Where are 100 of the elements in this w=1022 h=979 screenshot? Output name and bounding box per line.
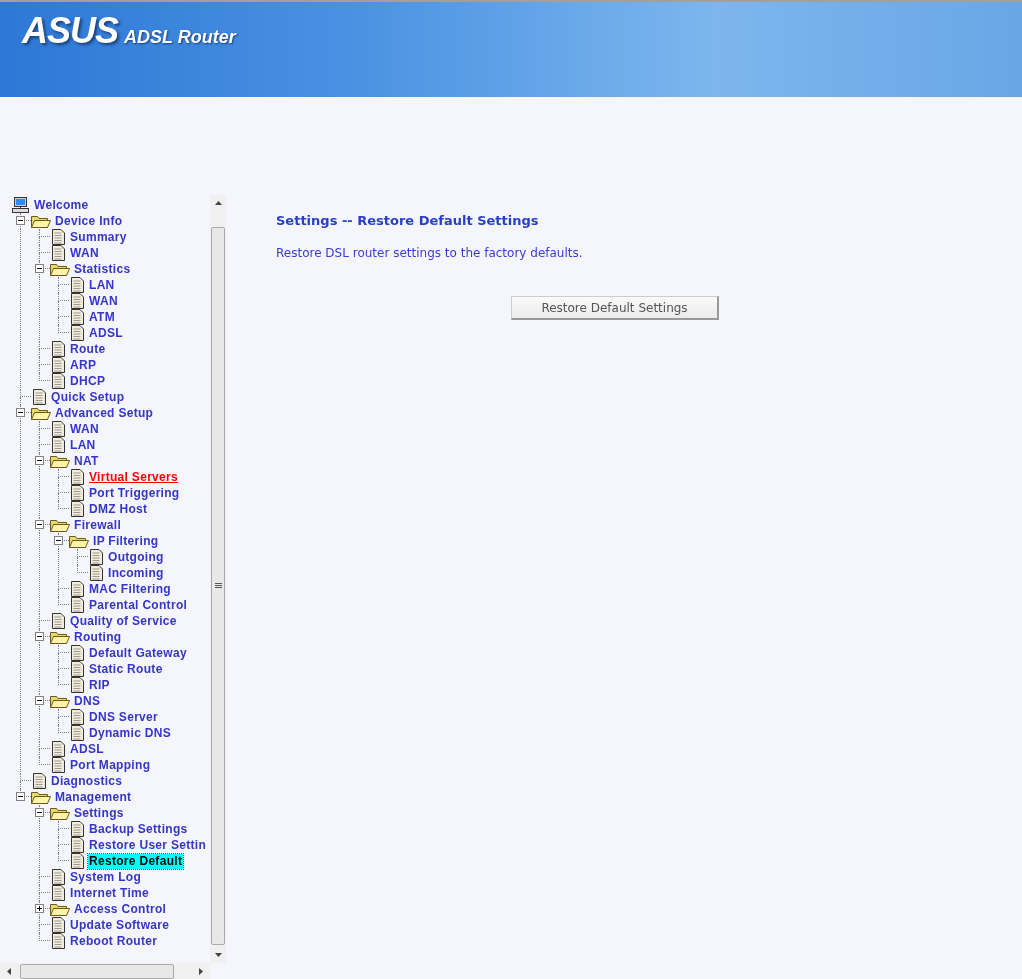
tree-link[interactable]: Default Gateway: [88, 645, 188, 661]
tree-link[interactable]: Welcome: [33, 197, 90, 213]
document-icon: [88, 549, 104, 565]
collapse-icon[interactable]: [35, 808, 44, 817]
document-icon: [50, 245, 66, 261]
tree-link[interactable]: DMZ Host: [88, 501, 149, 517]
computer-icon: [12, 197, 30, 213]
folder-icon: [50, 517, 70, 533]
tree-link[interactable]: Management: [54, 789, 133, 805]
tree-link[interactable]: Backup Settings: [88, 821, 189, 837]
tree-link[interactable]: LAN: [88, 277, 116, 293]
tree-link[interactable]: ARP: [69, 357, 98, 373]
tree-link[interactable]: Firewall: [73, 517, 123, 533]
tree-link[interactable]: Dynamic DNS: [88, 725, 172, 741]
tree-link[interactable]: DHCP: [69, 373, 107, 389]
folder-icon: [50, 693, 70, 709]
collapse-icon[interactable]: [35, 520, 44, 529]
tree-link[interactable]: Port Mapping: [69, 757, 152, 773]
document-icon: [69, 709, 85, 725]
tree-link[interactable]: MAC Filtering: [88, 581, 172, 597]
document-icon: [88, 565, 104, 581]
document-icon: [50, 741, 66, 757]
tree-link[interactable]: Settings: [73, 805, 125, 821]
tree-link[interactable]: Quick Setup: [50, 389, 126, 405]
tree-link[interactable]: LAN: [69, 437, 97, 453]
document-icon: [31, 389, 47, 405]
document-icon: [50, 869, 66, 885]
tree-link[interactable]: Port Triggering: [88, 485, 181, 501]
folder-icon: [50, 453, 70, 469]
folder-icon: [50, 901, 70, 917]
scroll-down-icon[interactable]: [214, 953, 222, 957]
tree-link[interactable]: Summary: [69, 229, 128, 245]
product-title: ADSL Router: [124, 27, 236, 48]
scroll-left-icon[interactable]: [7, 967, 11, 975]
document-icon: [69, 821, 85, 837]
document-icon: [50, 613, 66, 629]
tree-link[interactable]: Update Software: [69, 917, 171, 933]
collapse-icon[interactable]: [16, 408, 25, 417]
collapse-icon[interactable]: [16, 792, 25, 801]
tree-link[interactable]: Parental Control: [88, 597, 189, 613]
document-icon: [69, 469, 85, 485]
tree-link[interactable]: Route: [69, 341, 107, 357]
tree-link[interactable]: Statistics: [73, 261, 132, 277]
tree-link[interactable]: Device Info: [54, 213, 124, 229]
document-icon: [69, 725, 85, 741]
document-icon: [69, 309, 85, 325]
document-icon: [50, 229, 66, 245]
tree-link[interactable]: Outgoing: [107, 549, 165, 565]
document-icon: [69, 677, 85, 693]
tree-link[interactable]: Routing: [73, 629, 123, 645]
tree-link[interactable]: Internet Time: [69, 885, 151, 901]
tree-link[interactable]: RIP: [88, 677, 111, 693]
tree-link[interactable]: ADSL: [69, 741, 105, 757]
tree-link[interactable]: Virtual Servers: [88, 469, 179, 485]
tree-link[interactable]: System Log: [69, 869, 142, 885]
folder-icon: [31, 789, 51, 805]
tree-link[interactable]: IP Filtering: [92, 533, 160, 549]
collapse-icon[interactable]: [35, 632, 44, 641]
tree-link[interactable]: Quality of Service: [69, 613, 178, 629]
tree-link[interactable]: Reboot Router: [69, 933, 159, 949]
tree-link[interactable]: Access Control: [73, 901, 168, 917]
tree-link[interactable]: Restore User Settin: [88, 837, 208, 853]
collapse-icon[interactable]: [35, 264, 44, 273]
tree-link[interactable]: WAN: [88, 293, 119, 309]
tree-link[interactable]: ATM: [88, 309, 116, 325]
folder-icon: [31, 213, 51, 229]
tree-link[interactable]: DNS Server: [88, 709, 160, 725]
document-icon: [50, 421, 66, 437]
document-icon: [69, 853, 85, 869]
document-icon: [50, 917, 66, 933]
document-icon: [69, 645, 85, 661]
tree-link[interactable]: ADSL: [88, 325, 124, 341]
document-icon: [50, 357, 66, 373]
scroll-up-icon[interactable]: [214, 201, 222, 205]
tree-link[interactable]: Restore Default: [88, 853, 184, 869]
collapse-icon[interactable]: [35, 456, 44, 465]
tree-link[interactable]: NAT: [73, 453, 100, 469]
collapse-icon[interactable]: [16, 216, 25, 225]
tree-link[interactable]: Incoming: [107, 565, 165, 581]
folder-icon: [31, 405, 51, 421]
horizontal-scrollbar[interactable]: [0, 963, 210, 979]
vertical-scrollbar[interactable]: [210, 195, 226, 963]
folder-icon: [50, 805, 70, 821]
tree-link[interactable]: Static Route: [88, 661, 164, 677]
scroll-right-icon[interactable]: [199, 967, 203, 975]
document-icon: [69, 293, 85, 309]
tree-link[interactable]: Diagnostics: [50, 773, 124, 789]
tree-link[interactable]: Advanced Setup: [54, 405, 155, 421]
tree-link[interactable]: WAN: [69, 421, 100, 437]
tree-link[interactable]: DNS: [73, 693, 102, 709]
brand-logo: ASUS: [22, 10, 119, 52]
restore-default-button[interactable]: Restore Default Settings: [511, 296, 719, 320]
collapse-icon[interactable]: [35, 696, 44, 705]
document-icon: [69, 325, 85, 341]
collapse-icon[interactable]: [54, 536, 63, 545]
grip-icon[interactable]: [214, 583, 222, 589]
document-icon: [69, 597, 85, 613]
document-icon: [50, 373, 66, 389]
expand-icon[interactable]: [35, 904, 44, 913]
tree-link[interactable]: WAN: [69, 245, 100, 261]
